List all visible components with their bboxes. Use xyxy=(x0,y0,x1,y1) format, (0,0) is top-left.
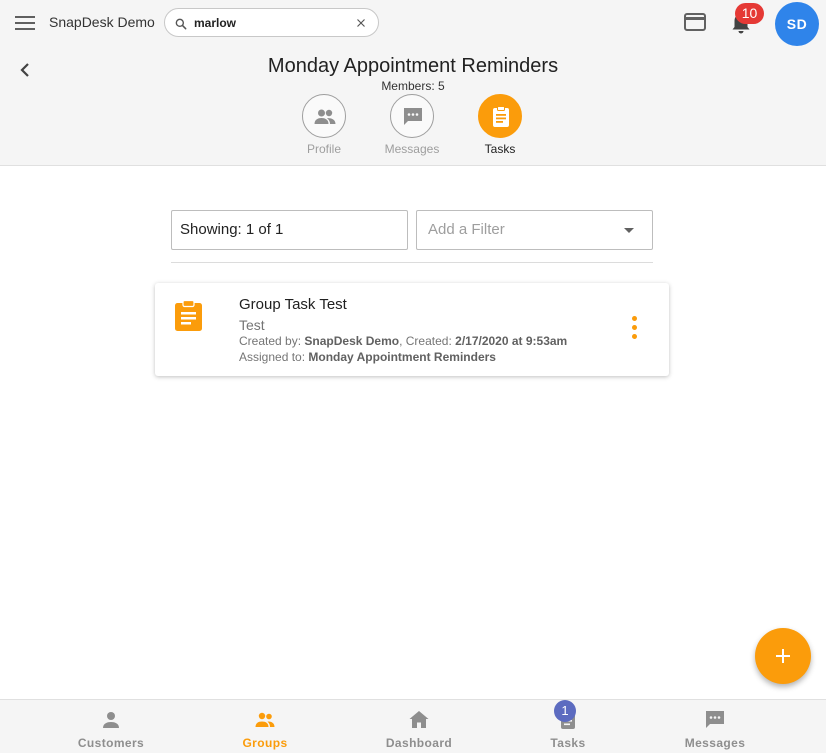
created-by-label: Created by: xyxy=(239,334,302,348)
top-header: SnapDesk Demo 10 SD Monday Appointment R… xyxy=(0,0,826,166)
people-icon xyxy=(314,109,336,124)
chevron-down-icon xyxy=(624,228,634,233)
nav-dashboard[interactable]: Dashboard xyxy=(359,700,479,753)
user-avatar[interactable]: SD xyxy=(775,2,819,46)
task-card[interactable]: Group Task Test Test Created by: SnapDes… xyxy=(155,283,669,376)
assigned-to-value: Monday Appointment Reminders xyxy=(308,350,496,364)
task-title: Group Task Test xyxy=(239,296,347,313)
search-icon xyxy=(175,18,187,30)
nav-label: Messages xyxy=(684,736,746,750)
add-filter-placeholder: Add a Filter xyxy=(428,221,505,238)
nav-label: Groups xyxy=(242,736,288,750)
bottom-nav: Customers Groups Dashboard Tasks Message… xyxy=(0,699,826,753)
task-assigned-info: Assigned to: Monday Appointment Reminder… xyxy=(239,350,496,364)
groups-icon xyxy=(255,712,275,727)
assigned-to-label: Assigned to: xyxy=(239,350,306,364)
tasks-count-badge: 1 xyxy=(554,700,576,722)
home-icon xyxy=(409,711,429,728)
created-label: , Created: xyxy=(399,334,452,348)
app-title: SnapDesk Demo xyxy=(49,14,155,30)
showing-count-field: Showing: 1 of 1 xyxy=(171,210,408,250)
task-description: Test xyxy=(239,317,265,333)
menu-icon[interactable] xyxy=(15,13,35,31)
created-by-value: SnapDesk Demo xyxy=(304,334,400,348)
search-input[interactable] xyxy=(194,14,344,32)
message-icon xyxy=(706,711,724,728)
notification-count-badge: 10 xyxy=(735,3,764,24)
close-icon[interactable] xyxy=(354,16,368,30)
nav-label: Customers xyxy=(77,736,145,750)
nav-messages[interactable]: Messages xyxy=(655,700,775,753)
tab-messages-circle xyxy=(390,94,434,138)
created-date-value: 2/17/2020 at 9:53am xyxy=(455,334,568,348)
task-created-info: Created by: SnapDesk Demo, Created: 2/17… xyxy=(239,334,567,348)
tab-messages[interactable]: Messages xyxy=(377,94,447,156)
tab-profile[interactable]: Profile xyxy=(289,94,359,156)
clipboard-icon xyxy=(175,300,202,331)
group-title: Monday Appointment Reminders xyxy=(267,55,559,77)
nav-label: Tasks xyxy=(550,736,586,750)
tab-label: Messages xyxy=(384,142,440,156)
nav-customers[interactable]: Customers xyxy=(51,700,171,753)
clipboard-icon xyxy=(493,106,509,127)
tab-label: Tasks xyxy=(484,142,516,156)
tab-profile-circle xyxy=(302,94,346,138)
message-icon xyxy=(404,108,422,125)
credit-card-icon[interactable] xyxy=(684,13,706,31)
members-count: Members: 5 xyxy=(381,79,445,93)
nav-groups[interactable]: Groups xyxy=(205,700,325,753)
tab-label: Profile xyxy=(306,142,341,156)
search-box[interactable] xyxy=(164,8,379,37)
person-icon xyxy=(103,712,119,728)
divider xyxy=(171,262,653,263)
add-filter-select[interactable]: Add a Filter xyxy=(416,210,653,250)
more-options-icon[interactable] xyxy=(625,316,643,346)
tab-tasks[interactable]: Tasks xyxy=(465,94,535,156)
tab-tasks-circle xyxy=(478,94,522,138)
add-task-button[interactable] xyxy=(755,628,811,684)
nav-label: Dashboard xyxy=(385,736,453,750)
